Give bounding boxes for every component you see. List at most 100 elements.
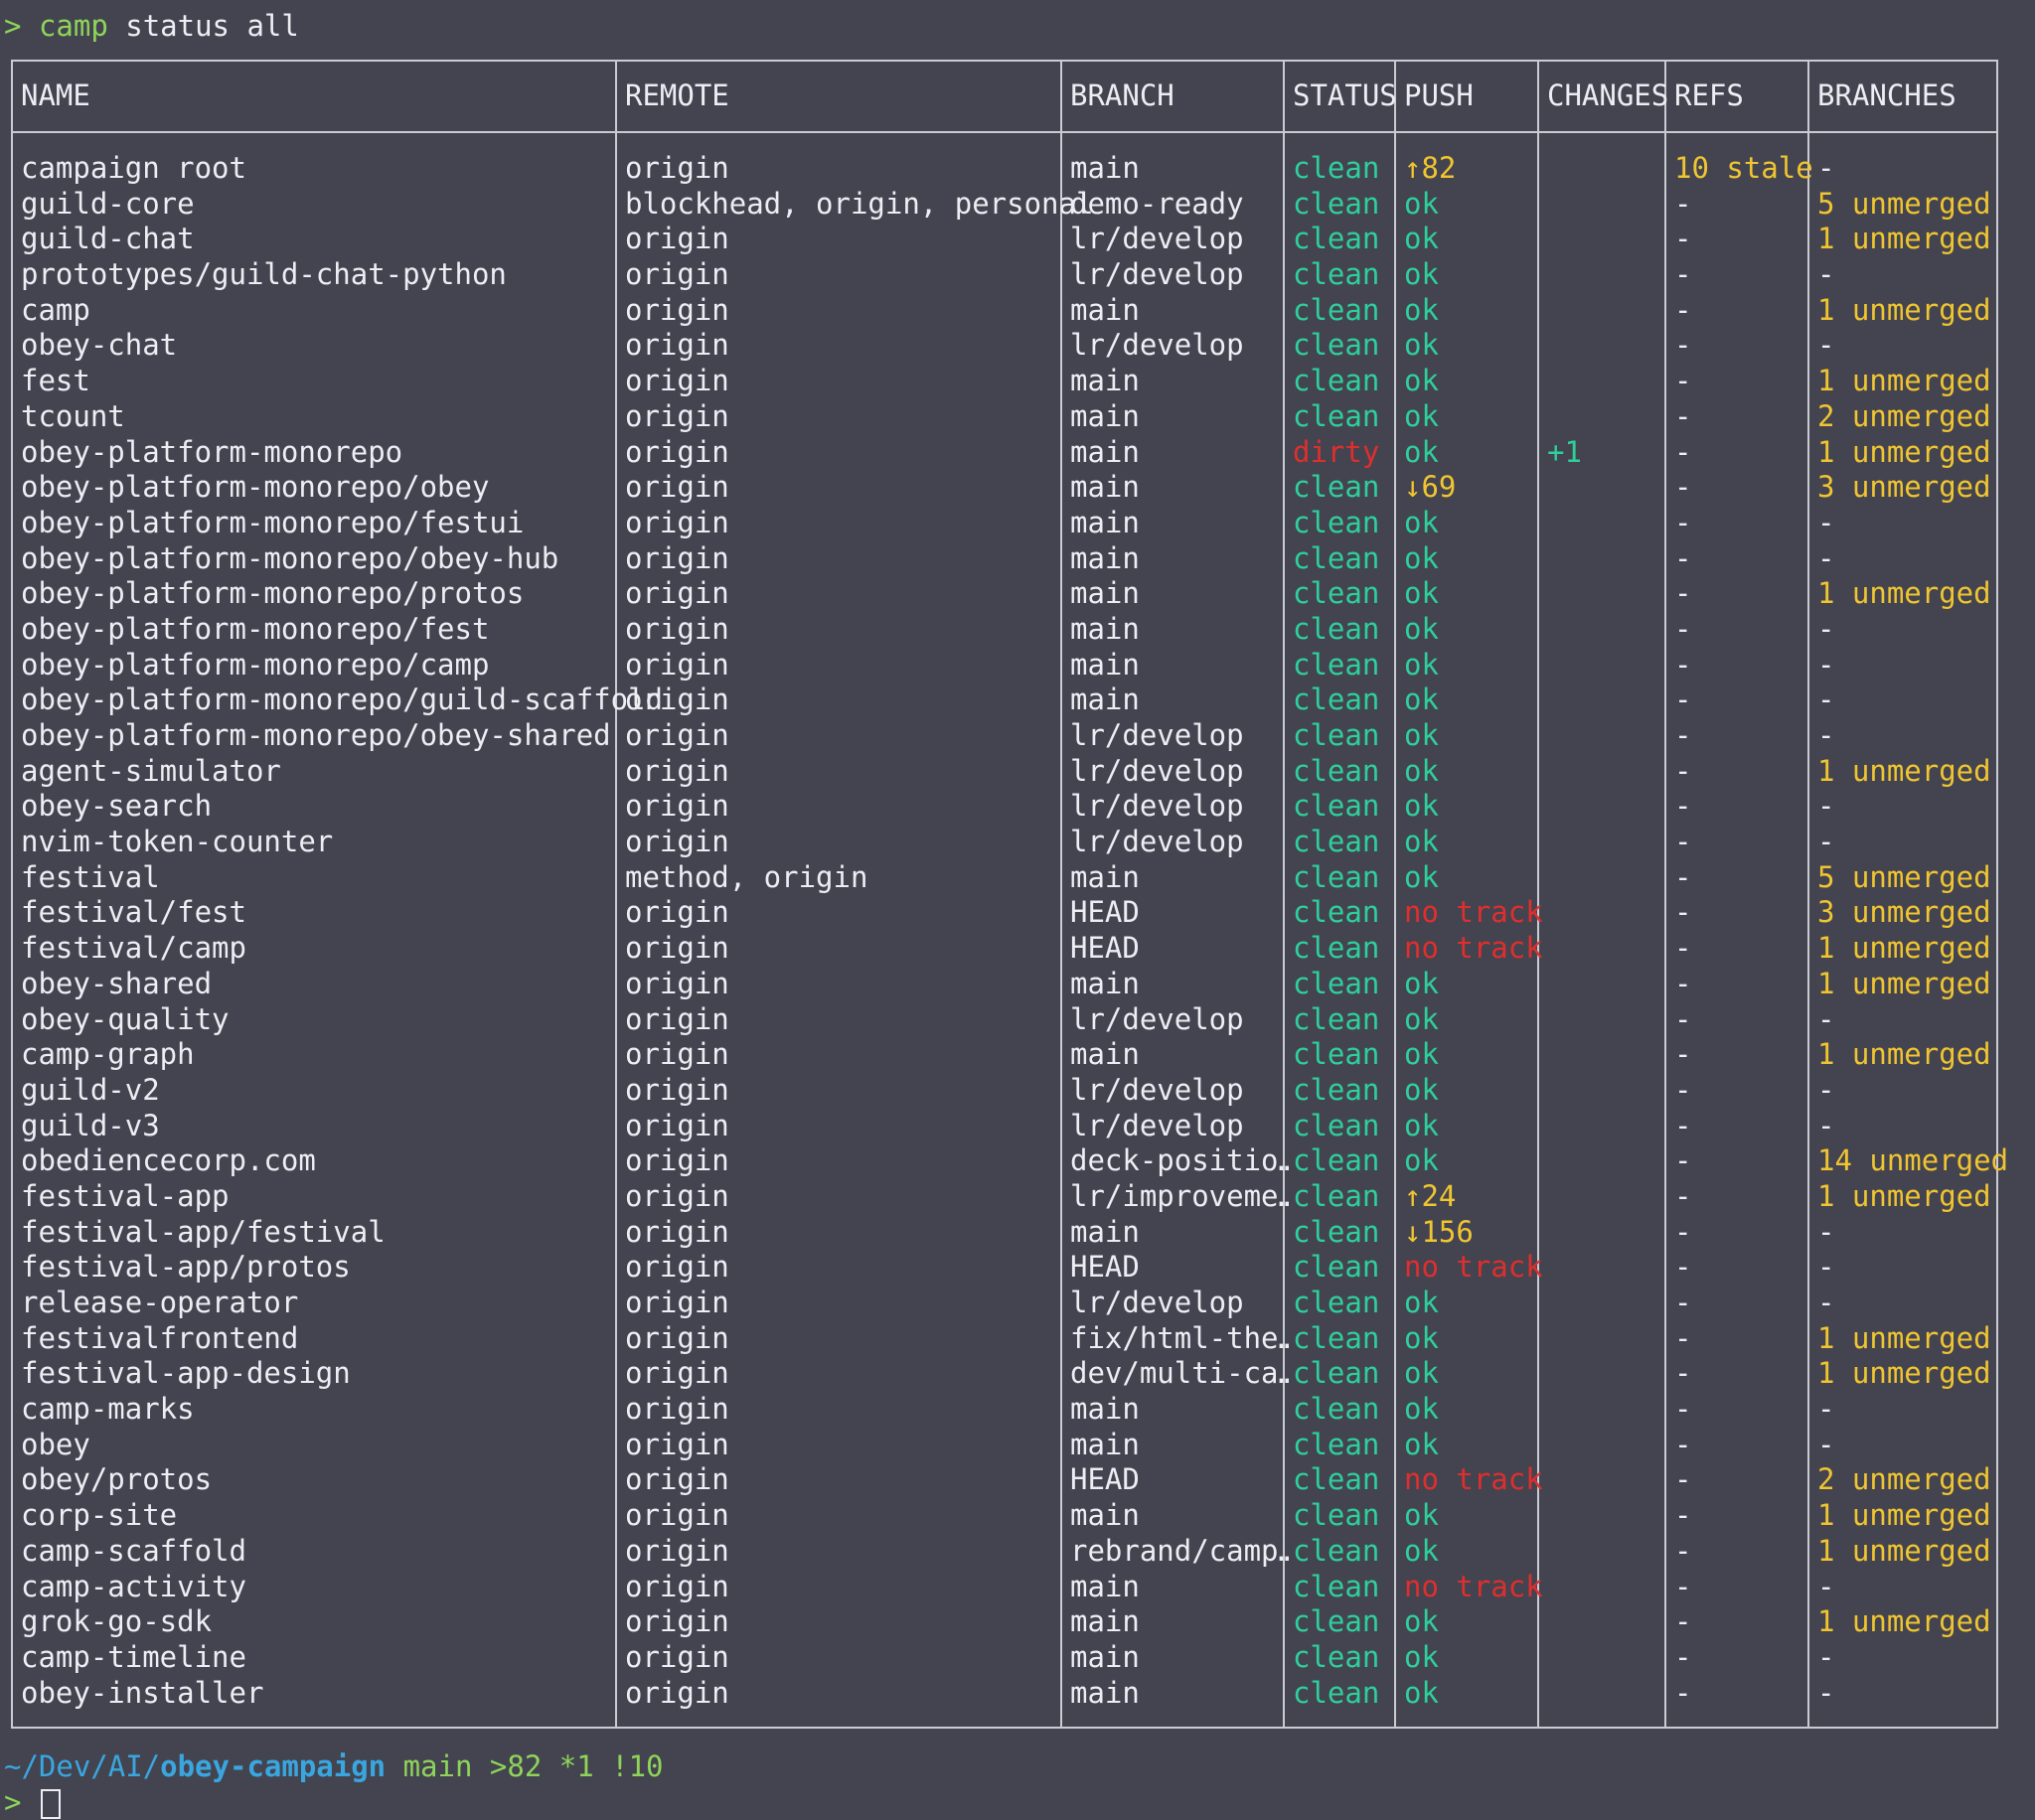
cell-status: clean <box>1293 151 1380 185</box>
cell-name: camp-timeline <box>21 1639 246 1674</box>
cell-status: clean <box>1293 1001 1380 1036</box>
cell-branches: 5 unmerged <box>1817 186 1991 221</box>
input-line[interactable]: > <box>4 1784 62 1820</box>
cell-status: clean <box>1293 505 1380 539</box>
cell-push: no track <box>1404 931 1543 966</box>
cell-status: clean <box>1293 1675 1380 1710</box>
cell-branch: fix/html-the… <box>1070 1320 1289 1355</box>
cell-branches: - <box>1817 1675 1835 1710</box>
cell-branch: lr/improveme… <box>1070 1178 1289 1213</box>
cell-remote: origin <box>625 718 729 752</box>
cell-remote: origin <box>625 931 729 966</box>
cell-remote: origin <box>625 364 729 398</box>
cell-branch: lr/develop <box>1070 1001 1244 1036</box>
cell-branches: 14 unmerged <box>1817 1143 2009 1178</box>
text-cursor[interactable] <box>41 1789 62 1819</box>
cell-status: clean <box>1293 1286 1380 1319</box>
cell-remote: method, origin <box>625 859 868 894</box>
cell-refs: 10 stale <box>1674 151 1813 185</box>
cell-push: ok <box>1404 966 1439 1000</box>
cell-push: ↑24 <box>1404 1178 1457 1213</box>
cell-refs: - <box>1674 966 1692 1000</box>
path-dir: obey-campaign <box>160 1749 387 1783</box>
cell-branches: 1 unmerged <box>1817 1498 1991 1533</box>
table-row: obey origin main clean ok - - <box>13 1428 1996 1463</box>
cell-refs: - <box>1674 1604 1692 1639</box>
cell-refs: - <box>1674 1320 1692 1355</box>
cell-refs: - <box>1674 1001 1692 1036</box>
cell-name: guild-v2 <box>21 1072 160 1107</box>
cell-name: camp-graph <box>21 1037 195 1072</box>
table-row: festival-app/protos origin HEAD clean no tra… <box>13 1250 1996 1286</box>
cell-remote: origin <box>625 753 729 788</box>
cell-status: clean <box>1293 398 1380 433</box>
table-row: guild-v3 origin lr/develop clean ok - - <box>13 1109 1996 1144</box>
cell-push: ok <box>1404 789 1439 824</box>
cell-push: no track <box>1404 1250 1543 1285</box>
cell-status: clean <box>1293 1320 1380 1355</box>
cell-name: festivalfrontend <box>21 1320 299 1355</box>
cell-status: clean <box>1293 1143 1380 1178</box>
table-row: corp-site origin main clean ok - 1 unmerged <box>13 1498 1996 1534</box>
prompt-caret-2: > <box>4 1785 22 1819</box>
cell-branch: rebrand/camp… <box>1070 1533 1289 1568</box>
cell-branches: 1 unmerged <box>1817 434 1991 469</box>
cell-push: ok <box>1404 718 1439 752</box>
cell-branches: - <box>1817 328 1835 363</box>
cell-name: obey-chat <box>21 328 178 363</box>
cell-branches: 1 unmerged <box>1817 931 1991 966</box>
cell-push: ok <box>1404 292 1439 327</box>
cell-status: clean <box>1293 470 1380 505</box>
cell-name: obey-installer <box>21 1675 264 1710</box>
cell-status: clean <box>1293 931 1380 966</box>
cell-remote: origin <box>625 505 729 539</box>
table-row: agent-simulator origin lr/develop clean ok - 1… <box>13 754 1996 790</box>
table-row: obey/protos origin HEAD clean no track - 2 unm… <box>13 1462 1996 1498</box>
cell-status: clean <box>1293 1427 1380 1461</box>
cell-refs: - <box>1674 505 1692 539</box>
cell-branch: main <box>1070 1214 1140 1249</box>
cell-status: clean <box>1293 328 1380 363</box>
cell-push: ok <box>1404 1001 1439 1036</box>
cell-branch: main <box>1070 682 1140 717</box>
cell-push: ok <box>1404 186 1439 221</box>
cell-branches: - <box>1817 682 1835 717</box>
cell-name: camp-marks <box>21 1392 195 1427</box>
cell-branch: lr/develop <box>1070 789 1244 824</box>
cell-branches: - <box>1817 647 1835 682</box>
cell-refs: - <box>1674 611 1692 646</box>
cell-branch: main <box>1070 398 1140 433</box>
cell-branches: - <box>1817 1250 1835 1285</box>
prompt-caret: > <box>4 9 22 43</box>
cell-branches: - <box>1817 718 1835 752</box>
cell-remote: origin <box>625 682 729 717</box>
cell-status: clean <box>1293 1604 1380 1639</box>
cell-remote: origin <box>625 611 729 646</box>
table-row: obey-platform-monorepo/obey-shared origin… <box>13 718 1996 754</box>
cell-name: nvim-token-counter <box>21 825 334 859</box>
cell-branch: main <box>1070 1037 1140 1072</box>
table-row: obey-platform-monorepo/camp origin main cle… <box>13 648 1996 683</box>
table-row: festival-app/festival origin main clean ↓156… <box>13 1215 1996 1251</box>
path-prefix: ~/Dev/AI/ <box>4 1749 161 1783</box>
cell-branches: - <box>1817 505 1835 539</box>
cell-status: clean <box>1293 1037 1380 1072</box>
cell-refs: - <box>1674 1392 1692 1427</box>
cell-name: guild-chat <box>21 222 195 256</box>
cell-push: ok <box>1404 1072 1439 1107</box>
cell-branches: - <box>1817 151 1835 185</box>
git-stats: >82 *1 !10 <box>489 1749 664 1783</box>
table-row: obey-platform-monorepo/guild-scaffold ori… <box>13 682 1996 718</box>
cell-branch: lr/develop <box>1070 1072 1244 1107</box>
cell-branches: - <box>1817 1569 1835 1603</box>
cell-remote: origin <box>625 647 729 682</box>
cell-push: ok <box>1404 1639 1439 1674</box>
table-row: fest origin main clean ok - 1 unmerged <box>13 364 1996 399</box>
cell-branches: - <box>1817 257 1835 292</box>
cell-branch: main <box>1070 859 1140 894</box>
table-row: obey-platform-monorepo/protos origin main c… <box>13 576 1996 612</box>
cell-name: obey-platform-monorepo/camp <box>21 647 490 682</box>
cell-remote: origin <box>625 1072 729 1107</box>
cell-name: guild-core <box>21 186 195 221</box>
cell-push: ↑82 <box>1404 151 1457 185</box>
